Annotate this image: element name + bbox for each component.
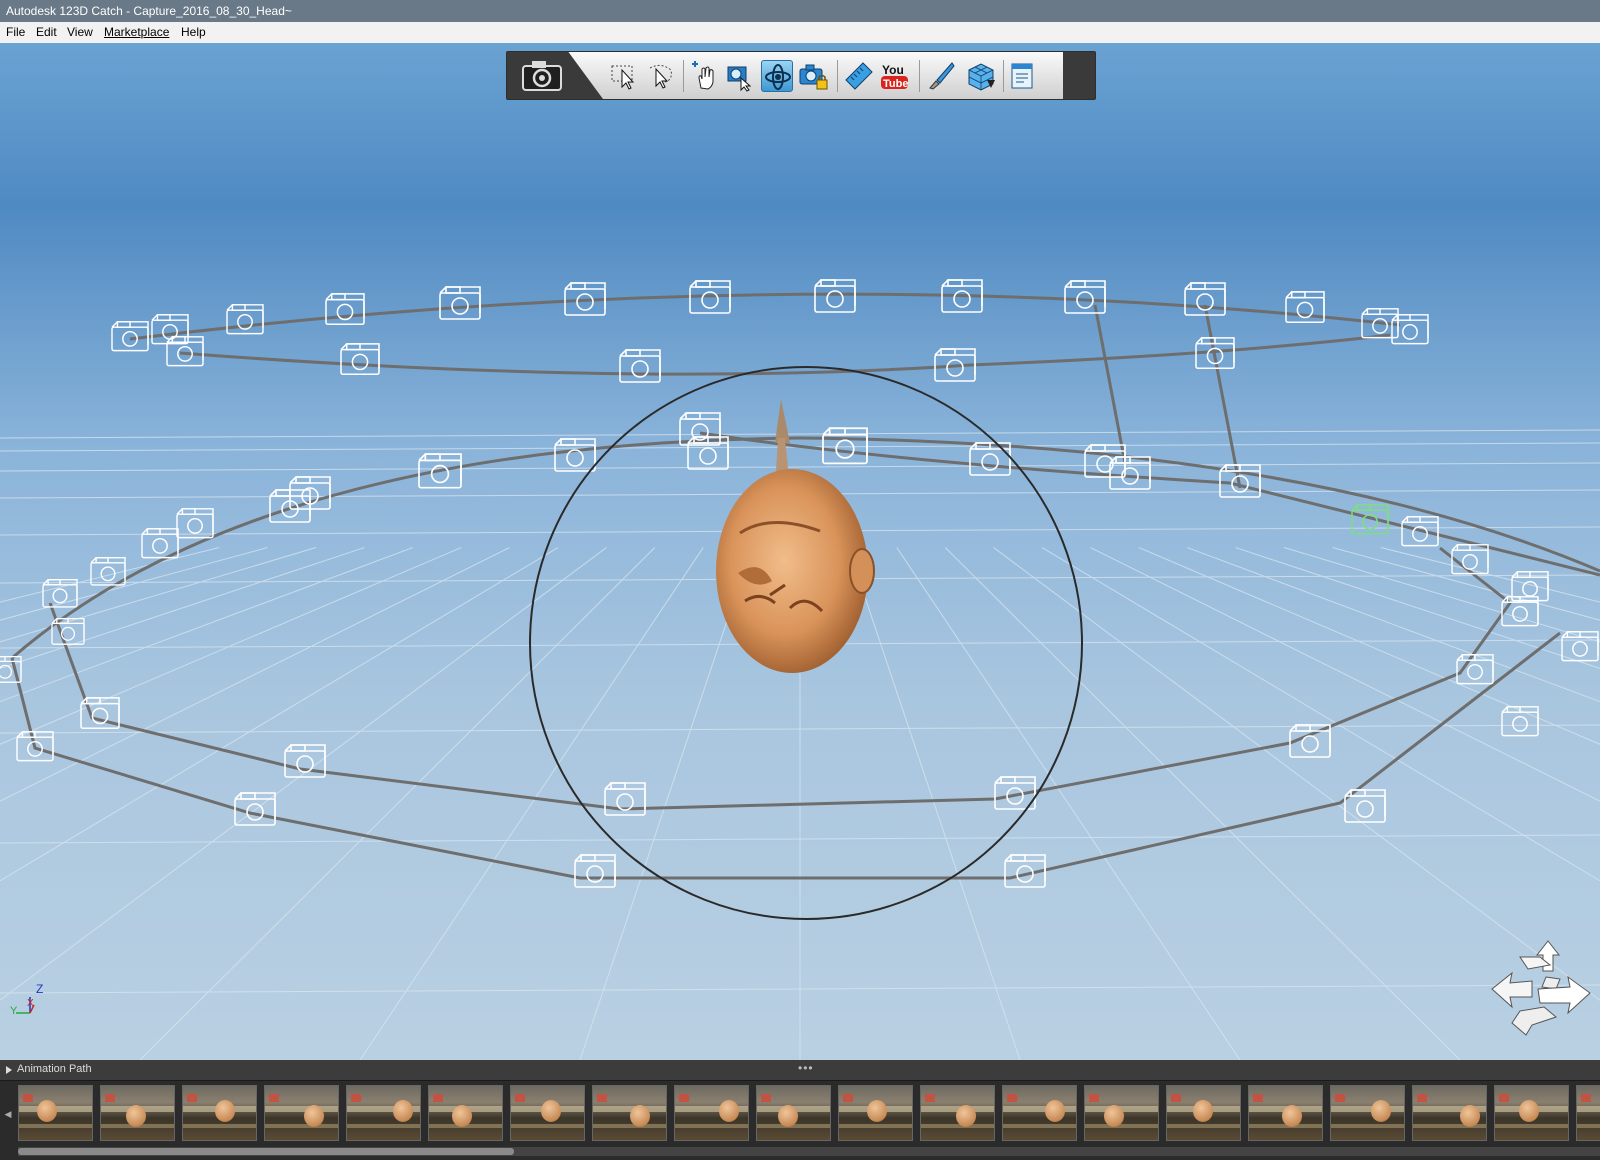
filmstrip-thumbnail[interactable] <box>1494 1085 1569 1141</box>
nav-back-arrow-icon[interactable] <box>1511 1006 1558 1036</box>
svg-text:Tube: Tube <box>883 78 908 90</box>
window-title: Autodesk 123D Catch - Capture_2016_08_30… <box>6 4 292 18</box>
filmstrip-thumbnail[interactable] <box>346 1085 421 1141</box>
camera-wireframe-icon[interactable] <box>554 438 596 472</box>
filmstrip-thumbnail[interactable] <box>838 1085 913 1141</box>
3d-viewport[interactable]: You Tube Z Y X <box>0 43 1600 1060</box>
mesh-cube-icon <box>968 63 995 91</box>
camera-wireframe-icon[interactable] <box>176 508 214 539</box>
camera-wireframe-icon[interactable] <box>969 442 1011 476</box>
filmstrip-header[interactable]: Animation Path ••• <box>0 1060 1600 1081</box>
camera-wireframe-icon[interactable] <box>1561 631 1599 662</box>
camera-wireframe-icon[interactable] <box>51 617 85 645</box>
camera-wireframe-icon[interactable] <box>439 286 481 320</box>
filmstrip-panel: Animation Path ••• ◀ <box>0 1060 1600 1160</box>
animation-path-label[interactable]: Animation Path <box>17 1063 92 1075</box>
scrollbar-thumb[interactable] <box>18 1148 514 1155</box>
expand-triangle-icon[interactable] <box>6 1066 12 1074</box>
thumbnail-strip <box>18 1085 1600 1143</box>
nav-down-arrow-icon[interactable] <box>1541 976 1561 990</box>
camera-wireframe-icon[interactable] <box>814 279 856 313</box>
filmstrip-thumbnail[interactable] <box>100 1085 175 1141</box>
camera-wireframe-icon[interactable] <box>166 336 204 367</box>
pan-hand-icon <box>692 61 714 90</box>
lasso-select-icon <box>649 64 672 89</box>
scroll-left-icon[interactable]: ◀ <box>2 1096 14 1132</box>
camera-wireframe-icon[interactable] <box>687 436 729 470</box>
camera-wireframe-icon[interactable] <box>325 293 365 326</box>
filmstrip-thumbnail[interactable] <box>1248 1085 1323 1141</box>
tool-notes[interactable] <box>1007 60 1039 92</box>
ruler-icon <box>845 62 873 90</box>
axis-x-label: X <box>27 998 34 1009</box>
menu-help[interactable]: Help <box>181 25 206 39</box>
menu-file[interactable]: File <box>6 25 25 39</box>
tool-paint[interactable] <box>925 60 957 92</box>
axis-triad: Z Y X <box>10 982 50 1023</box>
filmstrip-thumbnail[interactable] <box>592 1085 667 1141</box>
filmstrip-thumbnail[interactable] <box>920 1085 995 1141</box>
tool-camera-lock[interactable] <box>797 60 829 92</box>
arrow-select-icon <box>611 65 635 90</box>
brush-icon <box>929 62 955 90</box>
filmstrip-thumbnail[interactable] <box>264 1085 339 1141</box>
orbit-icon <box>765 64 791 90</box>
filmstrip-thumbnail[interactable] <box>428 1085 503 1141</box>
axis-z-label: Z <box>36 983 43 996</box>
camera-wireframe-icon[interactable] <box>1064 280 1106 314</box>
filmstrip-thumbnail[interactable] <box>674 1085 749 1141</box>
toolbar-end-cap <box>1063 52 1095 99</box>
camera-wireframe-icon[interactable] <box>619 349 661 383</box>
filmstrip-thumbnail[interactable] <box>1166 1085 1241 1141</box>
svg-text:You: You <box>882 63 904 77</box>
tool-measure[interactable] <box>843 60 875 92</box>
camera-wireframe-icon[interactable] <box>1109 456 1151 490</box>
camera-wireframe-icon[interactable] <box>1501 706 1539 737</box>
title-bar: Autodesk 123D Catch - Capture_2016_08_30… <box>0 0 1600 22</box>
axis-y-label: Y <box>10 1005 18 1017</box>
capture-panel[interactable] <box>507 52 603 99</box>
tool-zoom-window[interactable] <box>725 60 757 92</box>
youtube-icon: You Tube <box>881 63 908 90</box>
notes-icon <box>1011 63 1033 89</box>
camera-wireframe-icon[interactable] <box>1451 544 1489 575</box>
camera-wireframe-icon[interactable] <box>1084 444 1126 478</box>
camera-wireframe-icon[interactable] <box>604 782 646 816</box>
splitter-grip-icon[interactable]: ••• <box>798 1061 814 1075</box>
filmstrip-thumbnail[interactable] <box>1412 1085 1487 1141</box>
nav-left-arrow-icon[interactable] <box>1491 971 1533 1009</box>
filmstrip-thumbnail[interactable] <box>1002 1085 1077 1141</box>
filmstrip-thumbnail[interactable] <box>18 1085 93 1141</box>
camera-wireframe-icon[interactable] <box>226 304 264 335</box>
camera-icon[interactable] <box>507 52 567 99</box>
menu-bar: File Edit View Marketplace Help <box>0 22 1600 44</box>
camera-wireframe-icon[interactable] <box>1344 789 1386 823</box>
menu-marketplace[interactable]: Marketplace <box>104 25 169 39</box>
tool-lasso-select[interactable] <box>645 60 677 92</box>
tool-pan[interactable] <box>689 60 721 92</box>
zoom-window-icon <box>727 66 752 92</box>
menu-view[interactable]: View <box>67 25 93 39</box>
camera-lock-icon <box>799 64 828 90</box>
camera-wireframe-icon[interactable] <box>1184 282 1226 316</box>
tool-select[interactable] <box>609 60 641 92</box>
tool-orbit[interactable] <box>761 60 793 92</box>
tool-mesh-export[interactable] <box>965 60 997 92</box>
filmstrip-thumbnail[interactable] <box>182 1085 257 1141</box>
filmstrip-thumbnail[interactable] <box>756 1085 831 1141</box>
scene-canvas[interactable] <box>0 43 1600 1060</box>
main-toolbar: You Tube <box>506 51 1096 100</box>
filmstrip-thumbnail[interactable] <box>1576 1085 1600 1141</box>
menu-edit[interactable]: Edit <box>36 25 57 39</box>
camera-wireframe-icon[interactable] <box>340 343 380 376</box>
filmstrip-thumbnail[interactable] <box>510 1085 585 1141</box>
tool-youtube[interactable]: You Tube <box>879 60 911 92</box>
navigation-arrows[interactable] <box>1490 933 1594 1039</box>
camera-wireframe-icon[interactable] <box>574 854 616 888</box>
filmstrip-thumbnail[interactable] <box>1330 1085 1405 1141</box>
filmstrip-scrollbar[interactable] <box>18 1147 1600 1156</box>
filmstrip-thumbnail[interactable] <box>1084 1085 1159 1141</box>
